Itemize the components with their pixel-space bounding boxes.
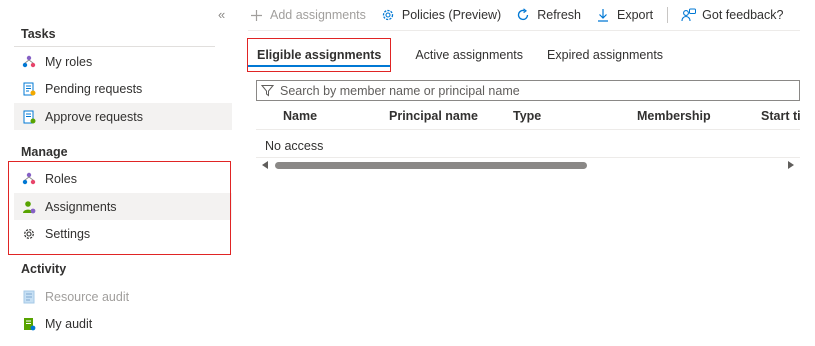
horizontal-scrollbar[interactable] [256, 159, 800, 171]
column-header-start-time[interactable]: Start time [761, 109, 800, 123]
scroll-left-arrow-icon[interactable] [262, 161, 268, 169]
section-title-activity: Activity [21, 262, 67, 276]
section-title-tasks: Tasks [21, 27, 56, 41]
collapse-sidebar-button[interactable]: « [218, 7, 225, 22]
sidebar-item-my-audit[interactable]: My audit [14, 310, 232, 337]
sidebar-item-approve-requests[interactable]: Approve requests [14, 103, 232, 130]
sidebar: « Tasks My roles Pending requests Approv… [0, 0, 236, 346]
sidebar-item-label: Settings [45, 226, 91, 241]
column-header-membership[interactable]: Membership [637, 109, 711, 123]
feedback-button[interactable]: Got feedback? [680, 7, 783, 23]
tab-expired-assignments[interactable]: Expired assignments [547, 38, 663, 72]
search-input[interactable] [280, 83, 780, 98]
resource-audit-icon [21, 289, 37, 305]
sidebar-item-label: Pending requests [45, 81, 143, 96]
assignment-tabs: Eligible assignments Active assignments … [247, 38, 687, 72]
sidebar-item-label: My audit [45, 316, 93, 331]
column-header-principal-name[interactable]: Principal name [389, 109, 478, 123]
sidebar-item-pending-requests[interactable]: Pending requests [14, 75, 232, 102]
refresh-label: Refresh [537, 8, 582, 22]
my-roles-icon [21, 54, 37, 70]
refresh-button[interactable]: Refresh [515, 7, 581, 23]
sidebar-item-label: Resource audit [45, 289, 130, 304]
row-divider [256, 157, 800, 158]
export-button[interactable]: Export [595, 7, 653, 23]
my-audit-icon [21, 316, 37, 332]
plus-icon [248, 7, 264, 23]
column-header-type[interactable]: Type [513, 109, 541, 123]
pending-requests-icon [21, 81, 37, 97]
search-box [256, 80, 800, 101]
toolbar-divider [248, 30, 800, 31]
sidebar-item-settings[interactable]: Settings [14, 220, 232, 247]
add-assignments-button[interactable]: Add assignments [248, 7, 366, 23]
tab-active-assignments[interactable]: Active assignments [415, 38, 523, 72]
section-divider [14, 46, 215, 47]
sidebar-item-assignments[interactable]: Assignments [14, 193, 232, 220]
toolbar-separator [667, 7, 669, 23]
sidebar-item-roles[interactable]: Roles [14, 165, 232, 192]
gear-icon [380, 7, 396, 23]
scrollbar-thumb[interactable] [275, 162, 587, 169]
add-assignments-label: Add assignments [270, 8, 366, 22]
assignments-icon [21, 199, 37, 215]
filter-icon [261, 84, 275, 98]
tab-eligible-assignments[interactable]: Eligible assignments [247, 38, 392, 72]
download-icon [595, 7, 611, 23]
export-label: Export [617, 8, 654, 22]
sidebar-item-label: Roles [45, 171, 77, 186]
empty-table-message: No access [265, 139, 324, 153]
scroll-right-arrow-icon[interactable] [788, 161, 794, 169]
sidebar-item-resource-audit[interactable]: Resource audit [14, 283, 232, 310]
policies-button[interactable]: Policies (Preview) [380, 7, 501, 23]
gear-icon [21, 226, 37, 242]
table-header: Name Principal name Type Membership Star… [256, 104, 800, 130]
feedback-icon [680, 7, 696, 23]
roles-icon [21, 171, 37, 187]
sidebar-item-label: Assignments [45, 199, 117, 214]
column-header-name[interactable]: Name [283, 109, 317, 123]
approve-requests-icon [21, 109, 37, 125]
refresh-icon [515, 7, 531, 23]
sidebar-item-label: My roles [45, 54, 93, 69]
policies-label: Policies (Preview) [401, 8, 502, 22]
section-title-manage: Manage [21, 145, 68, 159]
feedback-label: Got feedback? [702, 8, 784, 22]
command-bar: Add assignments Policies (Preview) Refre… [248, 0, 797, 30]
sidebar-item-label: Approve requests [45, 109, 143, 124]
sidebar-item-my-roles[interactable]: My roles [14, 48, 232, 75]
